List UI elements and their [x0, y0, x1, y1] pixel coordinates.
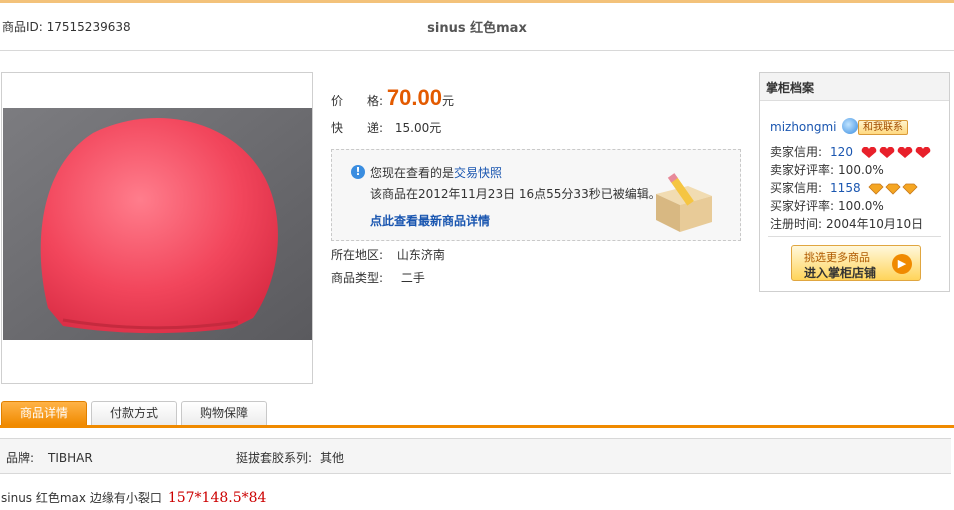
- price-unit: 元: [441, 94, 454, 108]
- snapshot-line1: 您现在查看的是交易快照: [370, 164, 502, 181]
- buyer-credit-value[interactable]: 1158: [830, 181, 861, 195]
- registration-label: 注册时间:: [770, 217, 823, 231]
- snapshot-edit-time: 该商品在2012年11月23日 16点55分33秒已被编辑。: [370, 187, 661, 201]
- buyer-rating-value: 100.0%: [838, 199, 884, 213]
- description-text: sinus 红色max 边缘有小裂口: [1, 491, 162, 505]
- buyer-rating-row: 买家好评率: 100.0%: [770, 197, 884, 214]
- price-label: 价 格:: [331, 94, 384, 108]
- price-value: 70.00: [386, 85, 442, 110]
- seller-rating-row: 卖家好评率: 100.0%: [770, 161, 884, 178]
- rubber-sheet-image: [3, 108, 312, 340]
- region-label: 所在地区:: [331, 248, 384, 262]
- page-header: 商品ID: 17515239638 sinus 红色max: [0, 3, 954, 51]
- seller-profile-panel: 掌柜档案 mizhongmi 和我联系 卖家信用: 120 卖家好评率: 100.0…: [759, 72, 950, 292]
- page-title: sinus 红色max: [427, 21, 527, 36]
- package-pencil-icon: [656, 173, 712, 232]
- arrow-right-icon: ▶: [892, 254, 912, 274]
- tab-payment[interactable]: 付款方式: [91, 401, 177, 425]
- brand-value: TIBHAR: [48, 451, 93, 465]
- seller-credit-label: 卖家信用:: [770, 145, 823, 159]
- seller-divider: [768, 236, 941, 237]
- seller-name-link[interactable]: mizhongmi: [770, 120, 837, 134]
- price-row: 价 格: 70.00元: [331, 85, 454, 111]
- series-label: 挺拔套胶系列:: [236, 451, 313, 465]
- wangwang-icon[interactable]: [842, 118, 858, 134]
- brand-label: 品牌:: [6, 451, 35, 465]
- info-icon: !: [351, 165, 365, 179]
- seller-heading: 掌柜档案: [760, 73, 949, 101]
- seller-rating-label: 卖家好评率:: [770, 163, 835, 177]
- registration-row: 注册时间: 2004年10月10日: [770, 215, 923, 232]
- shop-button-subtitle: 挑选更多商品: [804, 251, 870, 264]
- shop-button-label: 进入掌柜店铺: [804, 266, 877, 280]
- region-value: 山东济南: [396, 248, 445, 262]
- detail-tabs: 商品详情 付款方式 购物保障: [0, 401, 954, 428]
- tab-guarantee[interactable]: 购物保障: [181, 401, 267, 425]
- seller-rating-value: 100.0%: [838, 163, 884, 177]
- region-row: 所在地区: 山东济南: [331, 246, 445, 263]
- enter-shop-button[interactable]: 挑选更多商品 进入掌柜店铺 ▶: [791, 245, 921, 281]
- series-attribute: 挺拔套胶系列: 其他: [236, 449, 344, 466]
- snapshot-prefix: 您现在查看的是: [370, 166, 455, 180]
- buyer-credit-row: 买家信用: 1158: [770, 179, 920, 196]
- seller-credit-row: 卖家信用: 120: [770, 143, 935, 160]
- product-photo-frame: [1, 72, 313, 384]
- type-label: 商品类型:: [331, 271, 384, 285]
- contact-seller-button[interactable]: 和我联系: [858, 120, 908, 135]
- type-value: 二手: [400, 271, 425, 285]
- buyer-rating-label: 买家好评率:: [770, 199, 835, 213]
- shipping-value: 15.00元: [394, 121, 442, 135]
- product-description: sinus 红色max 边缘有小裂口 157*148.5*84: [1, 489, 266, 506]
- tab-item-details[interactable]: 商品详情: [1, 401, 87, 425]
- brand-attribute: 品牌: TIBHAR: [6, 449, 93, 466]
- shipping-label: 快 递:: [331, 121, 384, 135]
- snapshot-link[interactable]: 交易快照: [454, 166, 502, 180]
- snapshot-notice: ! 您现在查看的是交易快照 该商品在2012年11月23日 16点55分33秒已…: [331, 149, 741, 241]
- product-photo[interactable]: [3, 108, 312, 340]
- type-row: 商品类型: 二手: [331, 269, 425, 286]
- heart-rank-icon: [861, 146, 931, 158]
- attribute-bar: 品牌: TIBHAR 挺拔套胶系列: 其他: [0, 438, 951, 474]
- seller-credit-value[interactable]: 120: [830, 145, 853, 159]
- buyer-credit-label: 买家信用:: [770, 181, 823, 195]
- series-value: 其他: [320, 451, 345, 465]
- registration-value: 2004年10月10日: [826, 217, 924, 231]
- diamond-rank-icon: [868, 183, 918, 195]
- description-size: 157*148.5*84: [167, 490, 267, 506]
- latest-details-link[interactable]: 点此查看最新商品详情: [370, 212, 490, 229]
- shipping-row: 快 递: 15.00元: [331, 119, 441, 136]
